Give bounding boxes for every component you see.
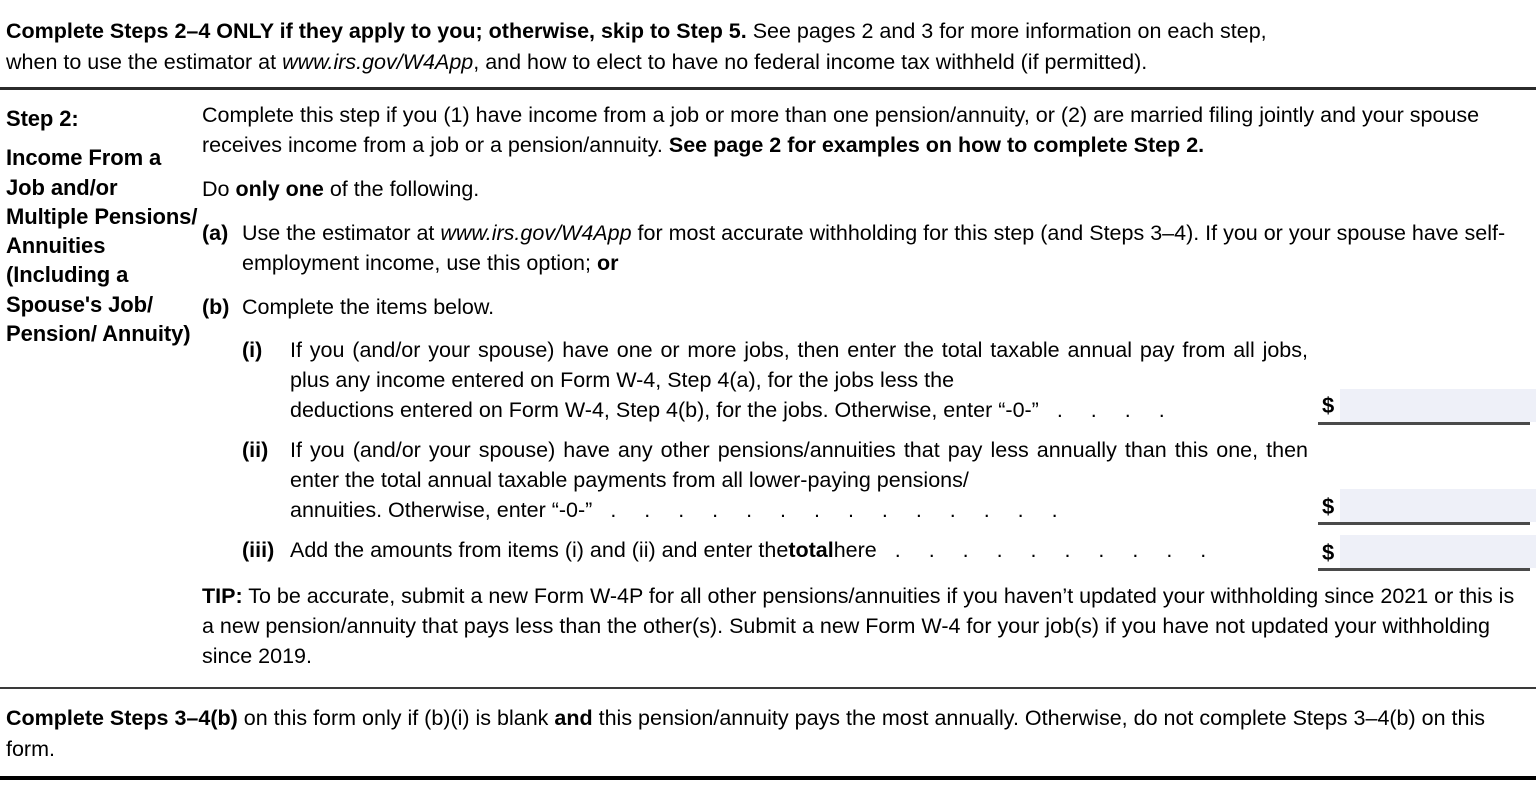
do-only-one-pre: Do (202, 177, 236, 202)
item-iii-amount-cell: $ (1318, 535, 1536, 572)
item-iii-amount-input[interactable] (1340, 535, 1536, 569)
item-ii-marker: (ii) (242, 437, 269, 462)
item-iii-text: Add the amounts from items (i) and (ii) … (290, 535, 1312, 565)
item-i-amount-input[interactable] (1340, 388, 1536, 422)
intro-paragraph: Complete this step if you (1) have incom… (202, 100, 1530, 160)
item-i-body: If you (and/or your spouse) have one or … (290, 337, 1308, 392)
item-iii-leader: . . . . . . . . . . (894, 538, 1218, 563)
item-ii-last-text: annuities. Otherwise, enter “-0-” (290, 498, 593, 523)
item-i-row: (i) If you (and/or your spouse) have one… (202, 335, 1536, 425)
option-b-text: Complete the items below. (242, 294, 495, 319)
option-a-bold-end: or (596, 251, 619, 276)
item-ii-row: (ii) If you (and/or your spouse) have an… (202, 435, 1536, 526)
item-ii-text: If you (and/or your spouse) have any oth… (290, 435, 1312, 525)
header-line-1: Complete Steps 2–4 ONLY if they apply to… (6, 16, 1530, 47)
item-iii-text-pre: Add the amounts from items (i) and (ii) … (290, 538, 789, 563)
item-ii-leader: . . . . . . . . . . . . . . (610, 498, 1069, 523)
option-a-marker: (a) (202, 221, 229, 246)
dollar-sign-icon: $ (1322, 493, 1335, 519)
item-iii-text-post: here (833, 538, 877, 563)
item-ii-last-line: annuities. Otherwise, enter “-0-” . . . … (290, 495, 1308, 525)
do-only-one-paragraph: Do only one of the following. (202, 174, 1530, 204)
header-instructions: Complete Steps 2–4 ONLY if they apply to… (0, 0, 1536, 87)
item-iii-marker: (iii) (242, 538, 275, 563)
do-only-one-post: of the following. (323, 177, 480, 202)
footer-mid-1: on this form only if (b)(i) is blank (237, 706, 555, 731)
step-2-section: Step 2: Income From a Job and/or Multipl… (0, 90, 1536, 687)
divider-page-bottom (0, 776, 1536, 781)
step-2-description: Income From a Job and/or Multiple Pensio… (6, 145, 198, 346)
header-rest-line1: See pages 2 and 3 for more information o… (746, 19, 1267, 43)
item-i-amount-cell: $ (1318, 388, 1536, 425)
header-line2-pre: when to use the estimator at (6, 49, 283, 74)
item-i-last-text: deductions entered on Form W-4, Step 4(b… (290, 397, 1039, 422)
option-b: (b) Complete the items below. (202, 292, 1530, 322)
item-i-text: If you (and/or your spouse) have one or … (290, 335, 1312, 425)
tip-label: TIP: (202, 584, 243, 609)
item-ii-amount-input[interactable] (1340, 489, 1536, 523)
step-2-content: Complete this step if you (1) have incom… (202, 100, 1536, 683)
footer-bold-and: and (554, 706, 593, 731)
step-2-label: Step 2: Income From a Job and/or Multipl… (6, 100, 202, 348)
intro-bold: See page 2 for examples on how to comple… (668, 133, 1205, 158)
option-a-text: Use the estimator at www.irs.gov/W4App f… (242, 218, 1530, 278)
dollar-sign-icon: $ (1322, 393, 1335, 419)
step-2-title: Step 2: (6, 106, 79, 132)
item-i-leader: . . . . (1056, 397, 1176, 422)
tip-paragraph: TIP: To be accurate, submit a new Form W… (202, 581, 1530, 671)
header-line-2: when to use the estimator at www.irs.gov… (6, 47, 1530, 78)
tip-text: To be accurate, submit a new Form W-4P f… (202, 584, 1515, 669)
item-ii-amount-cell: $ (1318, 489, 1536, 526)
w4app-url-option-a: www.irs.gov/W4App (440, 221, 632, 246)
item-i-last-line: deductions entered on Form W-4, Step 4(b… (290, 395, 1308, 425)
do-only-one-bold: only one (235, 177, 324, 202)
header-line2-post: , and how to elect to have no federal in… (473, 49, 1148, 74)
item-iii-last-line: Add the amounts from items (i) and (ii) … (290, 535, 1308, 565)
option-b-marker: (b) (202, 294, 230, 319)
form-page: Complete Steps 2–4 ONLY if they apply to… (0, 0, 1536, 801)
option-a-pre: Use the estimator at (242, 221, 441, 246)
item-iii-row: (iii) Add the amounts from items (i) and… (202, 535, 1536, 572)
w4app-url-header: www.irs.gov/W4App (282, 49, 474, 74)
item-ii-body: If you (and/or your spouse) have any oth… (290, 437, 1308, 492)
option-a: (a) Use the estimator at www.irs.gov/W4A… (202, 218, 1530, 278)
item-iii-text-bold: total (788, 538, 834, 563)
header-bold-lead: Complete Steps 2–4 ONLY if they apply to… (6, 19, 747, 43)
footer-bold-lead: Complete Steps 3–4(b) (6, 706, 238, 731)
item-i-marker: (i) (242, 337, 263, 362)
dollar-sign-icon: $ (1322, 539, 1335, 565)
footer-instructions: Complete Steps 3–4(b) on this form only … (0, 689, 1536, 776)
